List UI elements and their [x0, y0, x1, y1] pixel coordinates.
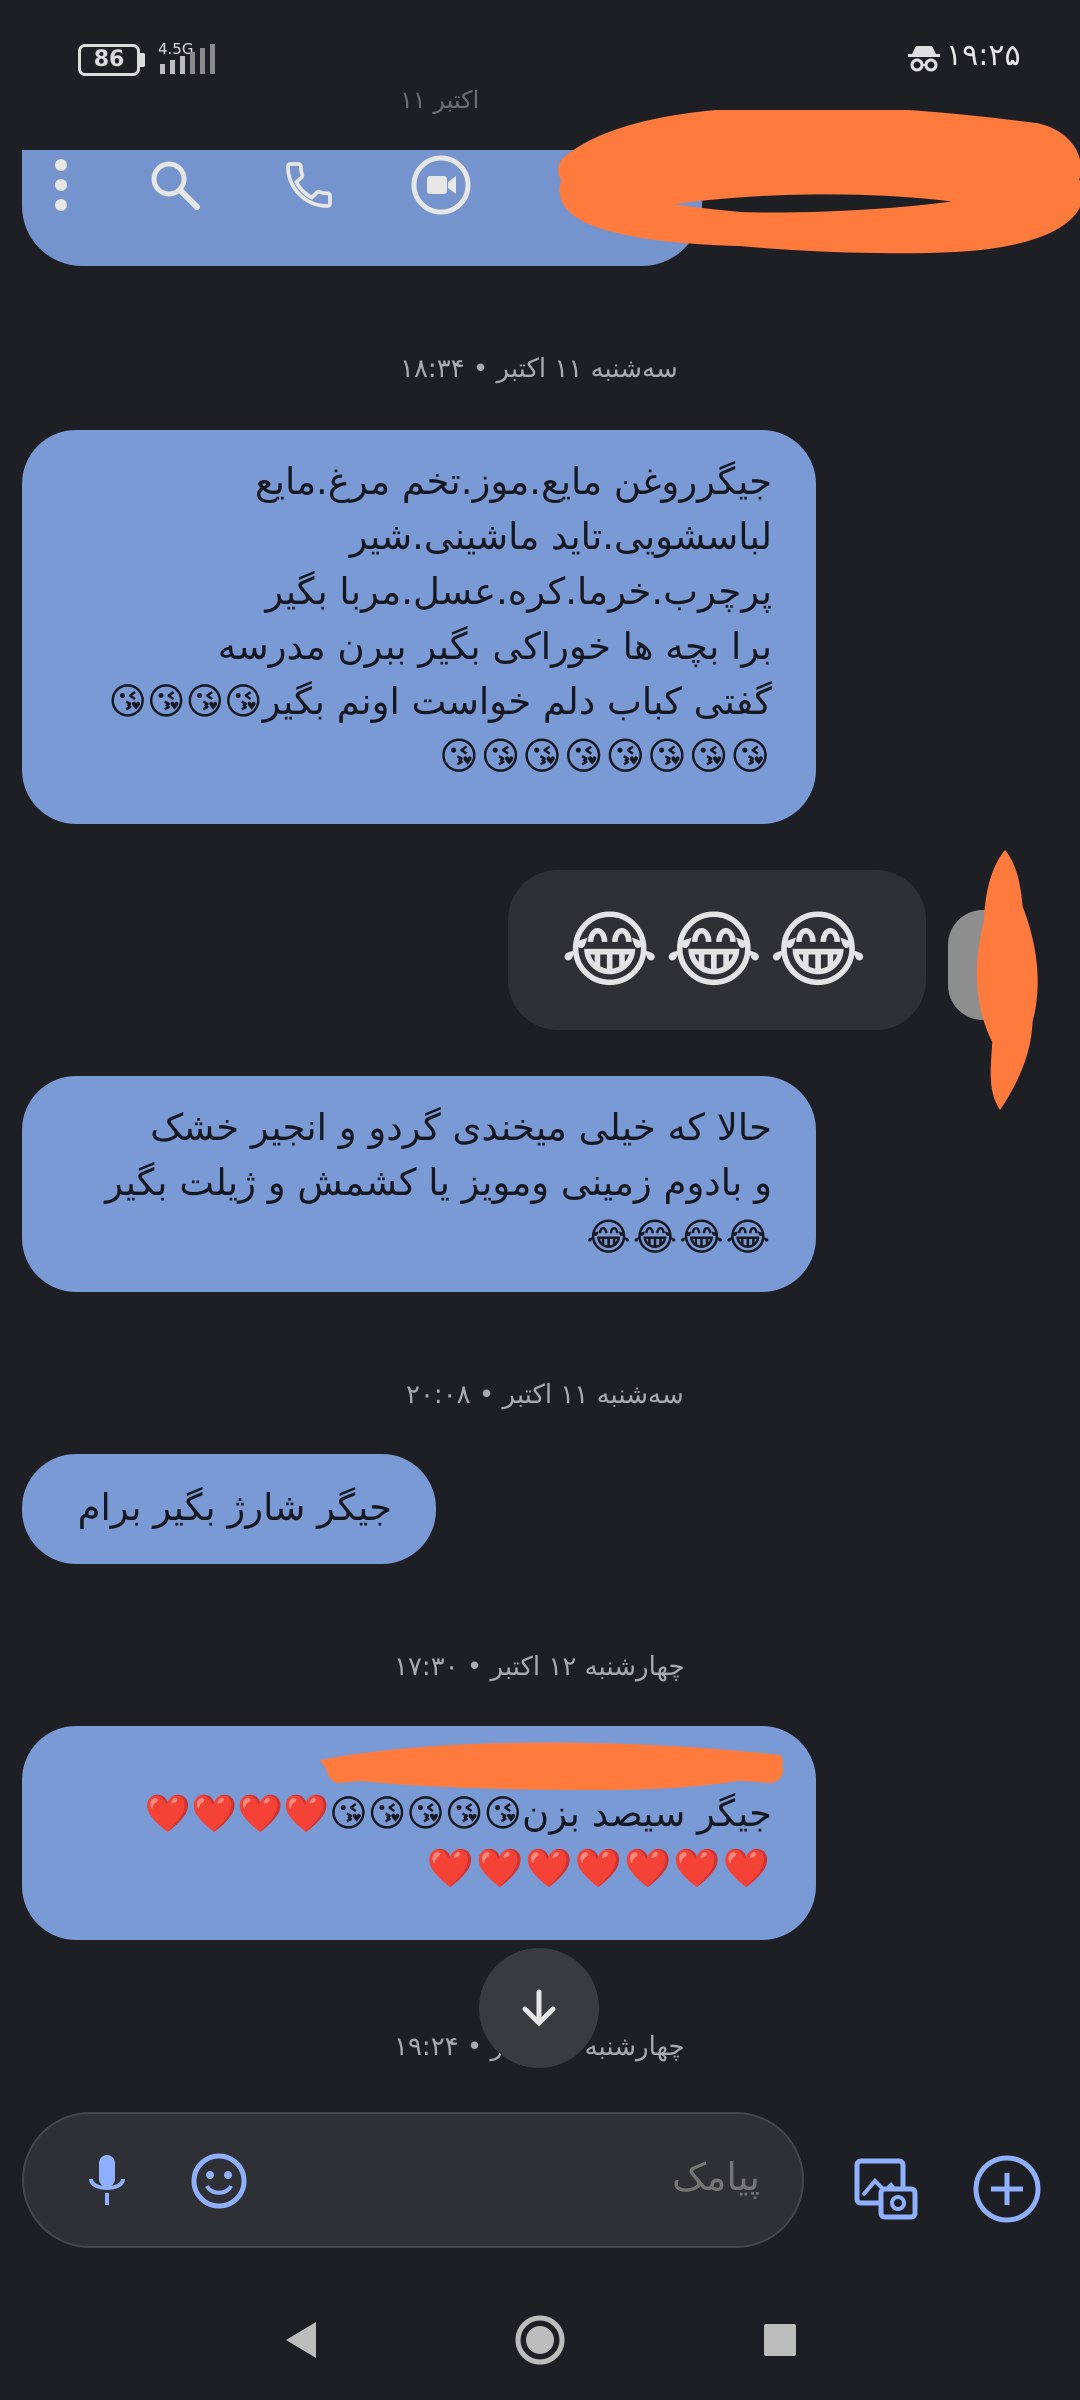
system-navigation-bar [0, 2290, 1080, 2380]
redaction-scribble [320, 1742, 784, 1790]
message-input[interactable] [362, 2154, 762, 2200]
outgoing-message-bubble[interactable]: 😂😂😂 [508, 870, 926, 1030]
add-attachment-button[interactable] [962, 2144, 1052, 2234]
call-button[interactable] [264, 140, 354, 230]
message-line: لباسشویی.تاید ماشینی.شیر [349, 515, 772, 558]
battery-indicator: 86 [78, 44, 140, 76]
gallery-icon [854, 2158, 918, 2220]
more-options-button[interactable] [16, 140, 106, 230]
message-line: و بادوم زمینی ومویز یا کشمش و ژیلت بگیر [105, 1161, 772, 1204]
signal-icon [160, 44, 215, 74]
message-line: پرچرب.خرما.کره.عسل.مربا بگیر [265, 570, 772, 613]
clock: ۱۹:۲۵ [946, 38, 1021, 73]
nav-recents-button[interactable] [750, 2310, 810, 2370]
add-icon [973, 2155, 1041, 2223]
battery-tip [140, 53, 145, 67]
emoji-button[interactable] [184, 2146, 254, 2216]
message-line: گفتی کباب دلم خواست اونم بگیر😘😘😘😘 [108, 680, 772, 723]
message-timestamp: سه‌شنبه ۱۱ اکتبر • ۲۰:۰۸ [406, 1380, 684, 1410]
video-call-icon [411, 155, 471, 215]
circle-home-icon [515, 2315, 565, 2365]
redaction-scribble [558, 110, 1080, 254]
phone-icon [286, 162, 332, 208]
message-line: 😂😂😂😂 [586, 1215, 772, 1259]
status-bar: 86 4.5G ۱۹:۲۵ [0, 0, 1080, 120]
redaction-scribble [976, 850, 1038, 1110]
voice-input-button[interactable] [72, 2146, 142, 2216]
peek-timestamp: ۱۱ اکتبر [400, 86, 480, 114]
video-call-button[interactable] [396, 140, 486, 230]
incoming-message-bubble[interactable]: حالا که خیلی میخندی گردو و انجیر خشک و ب… [22, 1076, 816, 1292]
nav-back-button[interactable] [270, 2310, 330, 2370]
message-line: برا بچه ها خوراکی بگیر ببرن مدرسه [217, 625, 772, 668]
compose-bar [22, 2112, 804, 2248]
message-line: جیگر شارژ بگیر برام [77, 1486, 392, 1529]
message-line: ❤️❤️❤️❤️❤️❤️❤️ [426, 1846, 772, 1890]
search-icon [151, 161, 200, 210]
message-timestamp: سه‌شنبه ۱۱ اکتبر • ۱۸:۳۴ [400, 354, 678, 384]
incoming-message-bubble[interactable]: جیگرروغن مایع.موز.تخم مرغ.مایع لباسشویی.… [22, 430, 816, 824]
search-button[interactable] [130, 140, 220, 230]
message-text: 😂😂😂 [560, 901, 874, 999]
message-line: 😘😘😘😘😘😘😘😘 [439, 734, 772, 778]
more-vert-icon [55, 159, 67, 211]
microphone-icon [89, 2155, 125, 2205]
arrow-down-icon [522, 1989, 556, 2027]
message-line: جیگرروغن مایع.موز.تخم مرغ.مایع [254, 460, 772, 503]
gallery-button[interactable] [846, 2148, 926, 2228]
incoming-message-bubble[interactable]: جیگر شارژ بگیر برام [22, 1454, 436, 1564]
incognito-icon [908, 46, 940, 72]
message-line: حالا که خیلی میخندی گردو و انجیر خشک [150, 1106, 772, 1149]
emoji-icon [191, 2153, 247, 2209]
message-timestamp: چهارشنبه ۱۲ اکتبر • ۱۷:۳۰ [394, 1652, 685, 1682]
square-recents-icon [764, 2324, 796, 2356]
nav-home-button[interactable] [510, 2310, 570, 2370]
scroll-to-bottom-button[interactable] [479, 1948, 599, 2068]
triangle-back-icon [286, 2322, 316, 2358]
